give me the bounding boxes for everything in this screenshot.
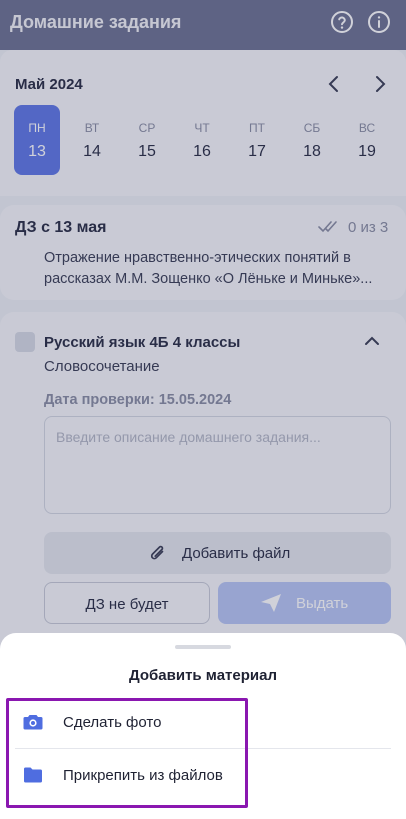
sheet-title: Добавить материал [128,667,277,684]
sheet-handle[interactable] [175,645,231,649]
selection-highlight-box [6,698,248,808]
